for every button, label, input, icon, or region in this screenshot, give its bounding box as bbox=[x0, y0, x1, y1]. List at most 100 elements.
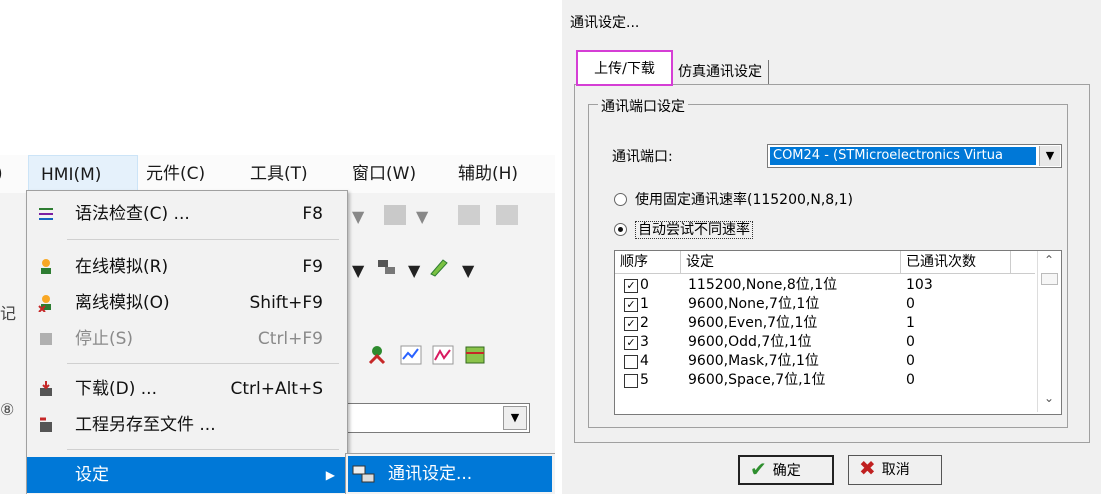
menu-item-label: 设定 bbox=[75, 465, 109, 485]
menu-item-save-project-to-file[interactable]: 工程另存至文件 ... bbox=[27, 407, 345, 443]
background-combo-box[interactable]: ▼ bbox=[345, 403, 530, 433]
close-icon: ✖ bbox=[859, 456, 876, 480]
dropdown-arrow-icon[interactable]: ▼ bbox=[352, 261, 364, 280]
row-checkbox[interactable]: ✓ bbox=[624, 279, 638, 293]
column-header-count[interactable]: 已通讯次数 bbox=[901, 251, 1011, 273]
trend-chart-icon[interactable] bbox=[400, 345, 422, 365]
radio-auto-rate[interactable]: 自动尝试不同速率 bbox=[614, 219, 753, 239]
syntax-check-icon bbox=[39, 208, 53, 220]
menu-item-label: 离线模拟(O) bbox=[75, 293, 170, 313]
row-count: 0 bbox=[906, 353, 915, 369]
row-setting: 9600,None,7位,1位 bbox=[688, 296, 820, 312]
dropdown-arrow-icon[interactable]: ▼ bbox=[408, 261, 420, 280]
group-title: 通讯端口设定 bbox=[598, 96, 688, 116]
port-select-value: COM24 - (STMicroelectronics Virtua bbox=[770, 147, 1036, 165]
menu-separator bbox=[67, 449, 339, 450]
menu-components[interactable]: 元件(C) bbox=[146, 155, 205, 193]
row-checkbox[interactable]: ✓ bbox=[624, 336, 638, 350]
list-scrollbar[interactable]: ⌃ ⌄ bbox=[1037, 251, 1060, 412]
ok-button-label: 确定 bbox=[772, 463, 801, 479]
communication-settings-dialog: 通讯设定... 上传/下载 仿真通讯设定 通讯端口设定 通讯端口: COM24 … bbox=[562, 0, 1101, 494]
menu-item-label: 语法检查(C) ... bbox=[75, 204, 190, 224]
row-setting: 9600,Mask,7位,1位 bbox=[688, 353, 819, 369]
dropdown-arrow-icon[interactable]: ▼ bbox=[416, 207, 428, 226]
hmi-menu-screenshot: ) HMI(M) 元件(C) 工具(T) 窗口(W) 辅助(H) ▼ ▼ ▼ ▼… bbox=[0, 0, 555, 494]
menu-help[interactable]: 辅助(H) bbox=[458, 155, 518, 193]
menu-item-communication-settings[interactable]: 通讯设定... bbox=[348, 456, 552, 492]
menu-item-settings[interactable]: 设定 ▶ bbox=[27, 457, 345, 493]
row-order: 5 bbox=[640, 372, 649, 388]
tab-simulation-communication[interactable]: 仿真通讯设定 bbox=[674, 60, 769, 84]
list-item[interactable]: ✓ 1 9600,None,7位,1位 0 bbox=[615, 295, 1035, 314]
menu-bar: ) HMI(M) 元件(C) 工具(T) 窗口(W) 辅助(H) bbox=[0, 155, 555, 193]
menu-item-label: 在线模拟(R) bbox=[75, 257, 169, 277]
offline-simulation-icon bbox=[38, 295, 51, 312]
list-header: 顺序 设定 已通讯次数 bbox=[615, 251, 1035, 274]
radio-button[interactable] bbox=[614, 192, 627, 206]
chevron-down-icon[interactable]: ▼ bbox=[1039, 146, 1060, 166]
menubar-edge-fragment: ) bbox=[0, 155, 3, 193]
menu-item-download[interactable]: 下载(D) ... Ctrl+Alt+S bbox=[27, 371, 345, 407]
menu-item-label: 停止(S) bbox=[75, 329, 134, 349]
row-count: 103 bbox=[906, 277, 933, 293]
menu-item-label: 工程另存至文件 ... bbox=[75, 415, 216, 435]
dropdown-arrow-icon[interactable]: ▼ bbox=[462, 261, 474, 280]
menu-item-online-simulation[interactable]: 在线模拟(R) F9 bbox=[27, 249, 345, 285]
row-count: 1 bbox=[906, 315, 915, 331]
list-item[interactable]: 4 9600,Mask,7位,1位 0 bbox=[615, 352, 1035, 371]
tab-upload-download[interactable]: 上传/下载 bbox=[576, 50, 673, 86]
layout-tool-icon[interactable] bbox=[458, 205, 480, 225]
row-count: 0 bbox=[906, 296, 915, 312]
row-count: 0 bbox=[906, 334, 915, 350]
side-label-fragment: ⑧ bbox=[0, 400, 15, 419]
scroll-down-icon[interactable]: ⌄ bbox=[1038, 391, 1060, 409]
row-setting: 9600,Even,7位,1位 bbox=[688, 315, 818, 331]
row-order: 1 bbox=[640, 296, 649, 312]
table-tool-icon[interactable] bbox=[464, 345, 486, 365]
baud-rate-list[interactable]: 顺序 设定 已通讯次数 ✓ 0 115200,None,8位,1位 103 ✓ … bbox=[614, 250, 1062, 415]
menu-item-shortcut: F8 bbox=[302, 204, 323, 224]
radio-button-selected[interactable] bbox=[614, 222, 627, 236]
port-select[interactable]: COM24 - (STMicroelectronics Virtua ▼ bbox=[767, 144, 1062, 168]
row-checkbox[interactable] bbox=[624, 355, 638, 369]
checkmark-icon: ✔ bbox=[750, 457, 767, 481]
row-order: 3 bbox=[640, 334, 649, 350]
list-item[interactable]: ✓ 0 115200,None,8位,1位 103 bbox=[615, 276, 1035, 295]
menu-item-syntax-check[interactable]: 语法检查(C) ... F8 bbox=[27, 196, 345, 232]
list-item[interactable]: ✓ 3 9600,Odd,7位,1位 0 bbox=[615, 333, 1035, 352]
combo-arrow-icon[interactable]: ▼ bbox=[503, 406, 527, 430]
history-chart-icon[interactable] bbox=[432, 345, 454, 365]
dropdown-arrow-icon[interactable]: ▼ bbox=[352, 207, 364, 226]
list-item[interactable]: 5 9600,Space,7位,1位 0 bbox=[615, 371, 1035, 390]
row-checkbox[interactable] bbox=[624, 374, 638, 388]
scroll-up-icon[interactable]: ⌃ bbox=[1038, 253, 1060, 271]
row-order: 2 bbox=[640, 315, 649, 331]
stop-icon bbox=[40, 333, 52, 345]
dialog-title: 通讯设定... bbox=[570, 15, 640, 31]
radio-label: 使用固定通讯速率(115200,N,8,1) bbox=[635, 192, 854, 208]
menu-item-offline-simulation[interactable]: 离线模拟(O) Shift+F9 bbox=[27, 285, 345, 321]
menu-item-label: 下载(D) ... bbox=[75, 379, 157, 399]
menu-window[interactable]: 窗口(W) bbox=[352, 155, 416, 193]
menu-tools[interactable]: 工具(T) bbox=[250, 155, 308, 193]
menu-hmi[interactable]: HMI(M) bbox=[28, 155, 138, 193]
row-checkbox[interactable]: ✓ bbox=[624, 317, 638, 331]
grid-tool-icon[interactable] bbox=[384, 205, 406, 225]
column-header-setting[interactable]: 设定 bbox=[681, 251, 901, 273]
communication-icon[interactable] bbox=[376, 257, 398, 277]
row-checkbox[interactable]: ✓ bbox=[624, 298, 638, 312]
settings-submenu: 通讯设定... bbox=[345, 453, 555, 494]
list-item[interactable]: ✓ 2 9600,Even,7位,1位 1 bbox=[615, 314, 1035, 333]
hmi-dropdown-menu: 语法检查(C) ... F8 在线模拟(R) F9 离线模拟(O) Shift+… bbox=[26, 190, 348, 494]
radio-fixed-rate[interactable]: 使用固定通讯速率(115200,N,8,1) bbox=[614, 189, 853, 209]
cancel-button[interactable]: ✖ 取消 bbox=[848, 455, 942, 485]
scroll-thumb[interactable] bbox=[1041, 273, 1058, 285]
row-order: 0 bbox=[640, 277, 649, 293]
pen-tool-icon[interactable] bbox=[428, 257, 450, 277]
menu-separator bbox=[67, 363, 339, 364]
user-status-icon[interactable] bbox=[368, 345, 390, 365]
layout-tool2-icon[interactable] bbox=[496, 205, 518, 225]
ok-button[interactable]: ✔ 确定 bbox=[738, 455, 834, 485]
column-header-order[interactable]: 顺序 bbox=[615, 251, 681, 273]
menu-separator bbox=[67, 239, 339, 240]
